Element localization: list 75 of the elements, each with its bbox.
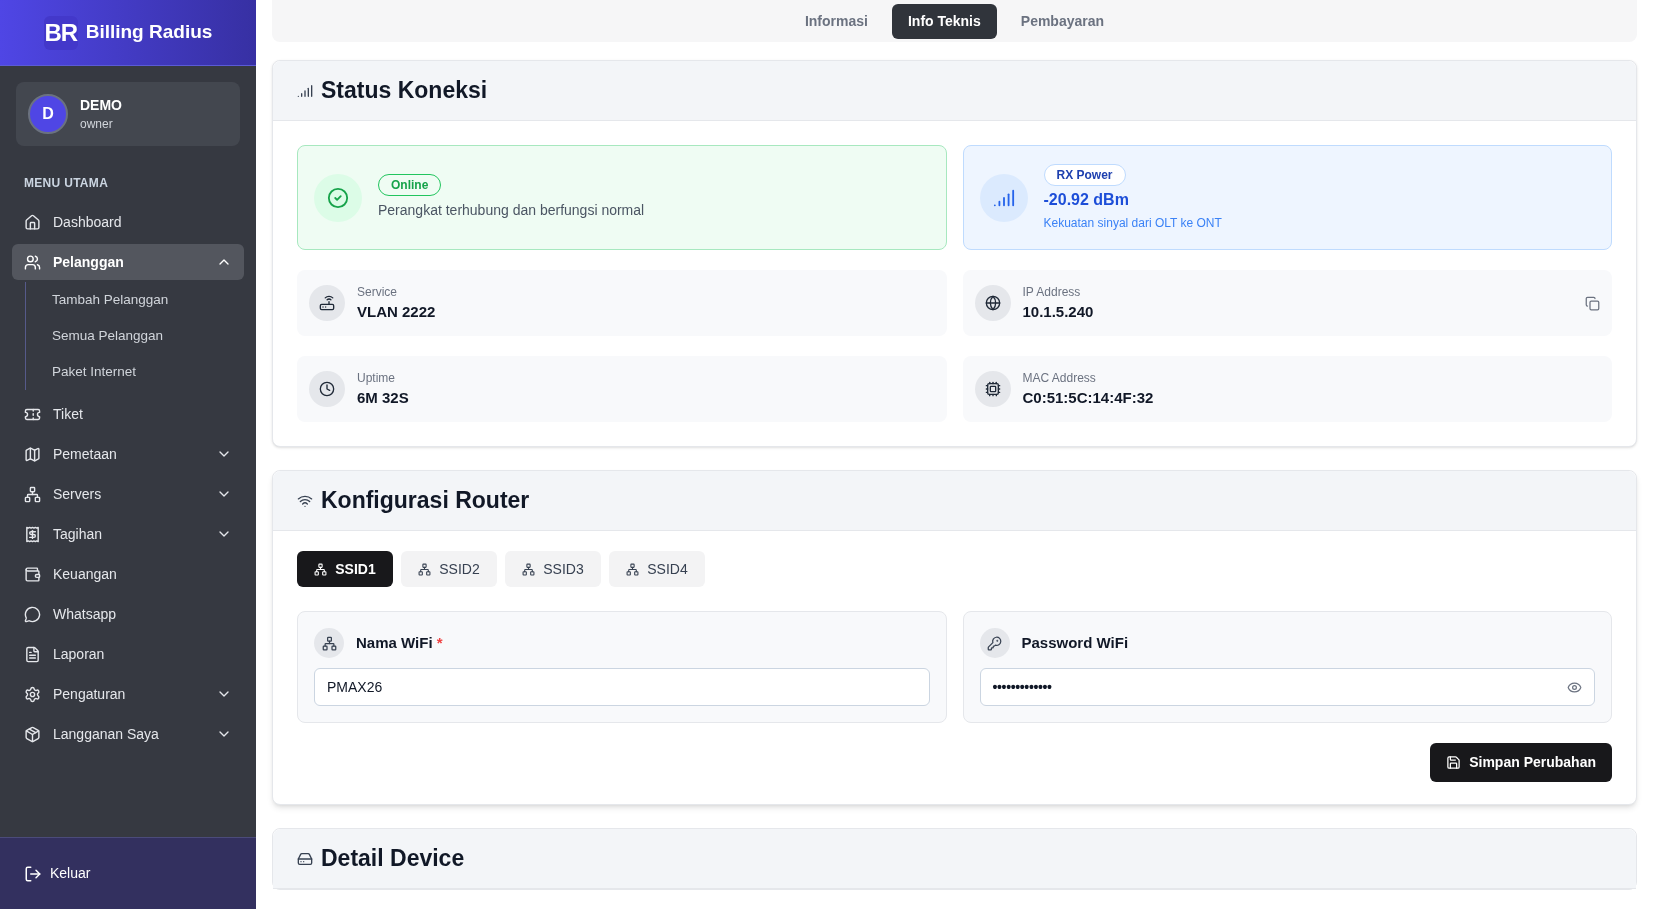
submenu-item[interactable]: Paket Internet (52, 354, 137, 390)
field-label: Password WiFi (1021, 632, 1129, 653)
brand-name: Billing Radius (85, 20, 213, 45)
eye-icon[interactable] (1567, 679, 1582, 695)
info-value: C0:51:5C:14:4F:32 (1022, 387, 1154, 408)
house-icon (24, 213, 41, 231)
receipt-icon (24, 525, 41, 543)
network-icon (522, 562, 536, 576)
ssid-tab[interactable]: SSID4 (609, 551, 705, 587)
field-label: Nama WiFi * (356, 632, 443, 653)
user-name: DEMO (80, 96, 122, 115)
copy-icon[interactable] (1585, 295, 1600, 311)
map-icon (24, 445, 41, 463)
logo: BR (43, 15, 78, 50)
menu-item[interactable]: Laporan (12, 636, 244, 672)
network-icon (321, 635, 337, 651)
menu-item[interactable]: Keuangan (12, 556, 244, 592)
router-icon (319, 295, 335, 311)
menu-item[interactable]: Whatsapp (12, 596, 244, 632)
globe-icon (984, 295, 1001, 311)
menu-heading: MENU UTAMA (24, 175, 109, 192)
info-label: Uptime (357, 369, 395, 387)
logout-button[interactable]: Keluar (24, 863, 91, 884)
input-field[interactable]: PMAX26 (314, 668, 930, 706)
logout-icon (24, 864, 42, 883)
rx-power-caption: Kekuatan sinyal dari OLT ke ONT (1043, 214, 1222, 232)
password-field[interactable]: ••••••••••••• (979, 668, 1595, 706)
network-icon (418, 562, 432, 576)
chat-bubble-icon (24, 605, 41, 623)
status-text: Perangkat terhubung dan berfungsi normal (378, 201, 645, 220)
section-title: Status Koneksi (321, 76, 488, 106)
chip-icon (984, 381, 1001, 397)
ssid-tab[interactable]: SSID1 (297, 551, 393, 587)
submenu-item[interactable]: Tambah Pelanggan (52, 282, 169, 318)
network-icon (24, 485, 41, 503)
info-label: IP Address (1022, 283, 1081, 301)
tab[interactable]: Pembayaran (1004, 3, 1121, 39)
menu-item[interactable]: Pelanggan (12, 244, 244, 280)
info-value: 10.1.5.240 (1022, 301, 1094, 322)
network-icon (626, 562, 640, 576)
menu-item[interactable]: Dashboard (12, 204, 244, 240)
info-label: MAC Address (1022, 369, 1096, 387)
info-label: Service (357, 283, 397, 301)
menu-item[interactable]: Pengaturan (12, 676, 244, 712)
tab[interactable]: Info Teknis (891, 3, 997, 39)
info-value: VLAN 2222 (357, 301, 436, 322)
network-icon (314, 562, 328, 576)
clock-icon (319, 381, 335, 397)
document-icon (24, 645, 41, 663)
settings-icon (24, 685, 41, 703)
rx-power-badge: RX Power (1043, 163, 1126, 186)
signal-icon (297, 82, 313, 99)
rx-power-value: -20.92 dBm (1043, 189, 1130, 210)
info-value: 6M 32S (357, 387, 409, 408)
user-role: owner (80, 116, 114, 133)
tab[interactable]: Informasi (788, 3, 884, 39)
section-title: Detail Device (321, 844, 465, 874)
menu-item[interactable]: Tagihan (12, 516, 244, 552)
section-title: Konfigurasi Router (321, 486, 530, 516)
save-icon (1446, 755, 1462, 770)
menu-item[interactable]: Servers (12, 476, 244, 512)
ssid-tab[interactable]: SSID3 (505, 551, 601, 587)
key-icon (987, 635, 1002, 651)
check-circle-icon (327, 186, 349, 209)
wallet-icon (24, 565, 41, 583)
menu-item[interactable]: Pemetaan (12, 436, 244, 472)
submenu-item[interactable]: Semua Pelanggan (52, 318, 164, 354)
avatar: D (28, 94, 68, 134)
ssid-tab[interactable]: SSID2 (401, 551, 497, 587)
menu-item[interactable]: Tiket (12, 396, 244, 432)
box-icon (24, 725, 41, 743)
users-icon (24, 253, 41, 271)
save-button[interactable]: Simpan Perubahan (1430, 743, 1612, 782)
drive-icon (297, 850, 313, 867)
menu-item[interactable]: Langganan Saya (12, 716, 244, 752)
